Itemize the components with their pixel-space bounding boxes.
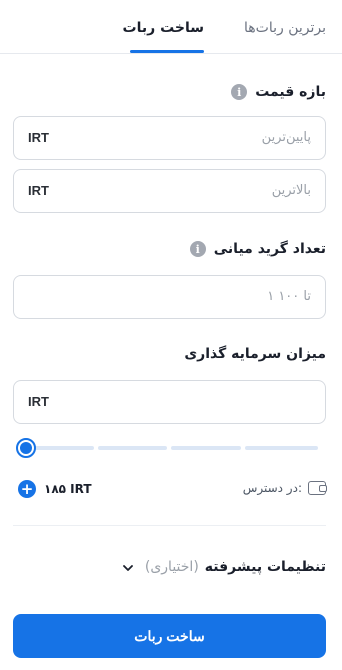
price-range-title: بازه قیمت xyxy=(255,84,326,100)
slider-thumb[interactable] xyxy=(16,438,36,458)
slider-track-segment xyxy=(171,446,241,450)
slider-track-segment xyxy=(245,446,318,450)
slider-track-segment xyxy=(98,446,167,450)
tab-top-bots[interactable]: برترین ربات‌ها xyxy=(244,20,326,36)
grid-count-placeholder: ۱ تا ۱۰۰ xyxy=(267,289,311,304)
wallet-icon xyxy=(308,481,327,495)
min-price-input[interactable]: پایین‌ترین IRT xyxy=(13,116,326,160)
balance-value: ۱۸۵ IRT xyxy=(44,482,92,496)
investment-unit: IRT xyxy=(28,394,49,409)
active-tab-indicator xyxy=(130,50,204,53)
chevron-down-icon[interactable] xyxy=(121,561,135,575)
tab-build-bot[interactable]: ساخت ربات xyxy=(123,20,204,36)
advanced-settings-title: تنظیمات پیشرفته xyxy=(204,559,326,575)
min-price-unit: IRT xyxy=(28,130,49,145)
available-balance: در دسترس: xyxy=(242,481,327,495)
slider-track-segment xyxy=(30,446,94,450)
tab-bar: برترین ربات‌ها ساخت ربات xyxy=(0,0,342,54)
grid-count-input[interactable]: ۱ تا ۱۰۰ xyxy=(13,275,326,319)
investment-title: میزان سرمایه گذاری xyxy=(184,346,326,362)
info-icon[interactable]: i xyxy=(231,84,248,100)
build-bot-button[interactable]: ساخت ربات xyxy=(13,614,326,658)
grid-count-title: تعداد گرید میانی xyxy=(213,241,326,257)
add-funds-icon[interactable]: + xyxy=(18,480,36,498)
investment-label: میزان سرمایه گذاری xyxy=(184,346,326,362)
balance-amount: + ۱۸۵ IRT xyxy=(18,480,92,498)
max-price-placeholder: بالاترین xyxy=(271,183,311,198)
advanced-settings-optional: (اختیاری) xyxy=(144,559,199,575)
available-label: در دسترس: xyxy=(242,481,302,495)
info-icon[interactable]: i xyxy=(189,241,206,257)
max-price-input[interactable]: بالاترین IRT xyxy=(13,169,326,213)
max-price-unit: IRT xyxy=(28,183,49,198)
investment-slider[interactable] xyxy=(16,438,318,458)
grid-count-label: تعداد گرید میانی i xyxy=(189,241,326,257)
min-price-placeholder: پایین‌ترین xyxy=(261,130,311,145)
investment-input[interactable]: IRT xyxy=(13,380,326,424)
price-range-label: بازه قیمت i xyxy=(231,84,326,100)
advanced-settings-toggle[interactable]: تنظیمات پیشرفته (اختیاری) xyxy=(145,559,326,575)
divider xyxy=(13,525,326,526)
